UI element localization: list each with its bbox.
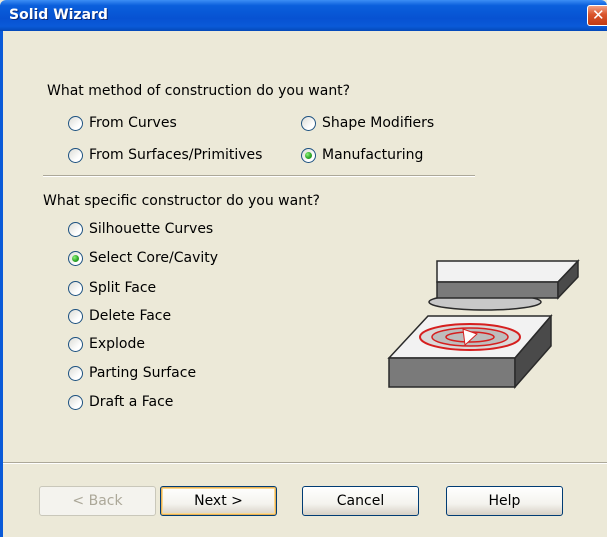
radio-draft-a-face[interactable] <box>68 395 83 410</box>
radio-label-parting-surface[interactable]: Parting Surface <box>89 365 196 381</box>
button-bar-separator <box>3 462 607 464</box>
construction-question: What method of construction do you want? <box>47 83 351 99</box>
back-button[interactable]: < Back <box>39 486 156 516</box>
radio-label-split-face[interactable]: Split Face <box>89 280 156 296</box>
radio-label-from-curves[interactable]: From Curves <box>89 115 177 131</box>
radio-silhouette-curves[interactable] <box>68 222 83 237</box>
radio-select-core-cavity[interactable] <box>68 251 83 266</box>
solid-wizard-dialog: Solid Wizard ✕ What method of constructi… <box>0 0 607 537</box>
window-title: Solid Wizard <box>9 7 108 23</box>
radio-from-curves[interactable] <box>68 116 83 131</box>
radio-parting-surface[interactable] <box>68 366 83 381</box>
radio-label-explode[interactable]: Explode <box>89 336 145 352</box>
radio-shape-modifiers[interactable] <box>301 116 316 131</box>
close-button[interactable]: ✕ <box>587 5 607 26</box>
radio-label-shape-modifiers[interactable]: Shape Modifiers <box>322 115 434 131</box>
radio-from-surfaces-primitives[interactable] <box>68 148 83 163</box>
help-button[interactable]: Help <box>446 486 563 516</box>
close-icon: ✕ <box>592 6 605 24</box>
title-bar[interactable]: Solid Wizard ✕ <box>0 0 607 31</box>
radio-manufacturing[interactable] <box>301 148 316 163</box>
radio-label-delete-face[interactable]: Delete Face <box>89 308 171 324</box>
next-button[interactable]: Next > <box>160 486 277 516</box>
group-separator <box>43 175 475 177</box>
core-cavity-mold-icon <box>385 240 585 404</box>
cancel-button[interactable]: Cancel <box>302 486 419 516</box>
radio-delete-face[interactable] <box>68 309 83 324</box>
radio-label-manufacturing[interactable]: Manufacturing <box>322 147 423 163</box>
constructor-question: What specific constructor do you want? <box>43 193 320 209</box>
radio-split-face[interactable] <box>68 281 83 296</box>
radio-explode[interactable] <box>68 337 83 352</box>
radio-label-select-core-cavity[interactable]: Select Core/Cavity <box>89 250 218 266</box>
radio-label-silhouette-curves[interactable]: Silhouette Curves <box>89 221 213 237</box>
radio-label-draft-a-face[interactable]: Draft a Face <box>89 394 173 410</box>
radio-label-from-surfaces-primitives[interactable]: From Surfaces/Primitives <box>89 147 262 163</box>
